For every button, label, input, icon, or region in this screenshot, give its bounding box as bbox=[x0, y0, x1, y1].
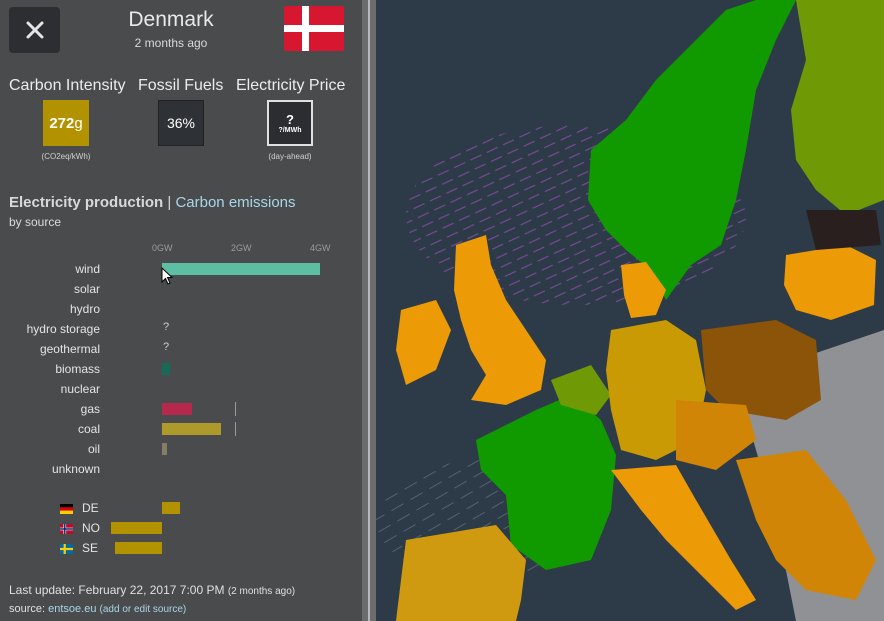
unknown-value-marker: ? bbox=[163, 341, 170, 353]
source-label-hydro-storage: hydro storage bbox=[26, 322, 100, 336]
carbon-intensity-box: 272 g bbox=[43, 100, 89, 146]
production-bar-wind[interactable] bbox=[162, 263, 320, 275]
carbon-intensity-unit-note: (CO2eq/kWh) bbox=[41, 152, 91, 161]
exchange-label-de: DE bbox=[82, 501, 99, 515]
se-flag-icon bbox=[60, 544, 73, 554]
fossil-fuels-value: 36% bbox=[166, 115, 196, 131]
country-name: Denmark bbox=[128, 8, 214, 31]
de-flag-icon bbox=[60, 504, 73, 514]
last-update-ago: (2 months ago) bbox=[227, 586, 296, 597]
close-icon bbox=[26, 21, 43, 39]
capacity-marker bbox=[235, 422, 237, 436]
map-italy[interactable] bbox=[611, 465, 756, 610]
exchange-bar-de[interactable] bbox=[162, 502, 180, 514]
capacity-marker bbox=[235, 402, 237, 416]
section-tabs: Electricity production | Carbon emission… bbox=[9, 194, 296, 211]
source-label-unknown: unknown bbox=[51, 462, 100, 476]
data-age: 2 months ago bbox=[134, 36, 208, 50]
source-label-biomass: biomass bbox=[55, 362, 100, 376]
tab-separator: | bbox=[167, 194, 172, 211]
source-link[interactable]: entsoe.eu bbox=[48, 603, 96, 615]
last-update: Last update: February 22, 2017 7:00 PM (… bbox=[9, 583, 295, 597]
mouse-pointer-icon bbox=[161, 267, 173, 285]
source-line: source: entsoe.eu (add or edit source) bbox=[9, 603, 186, 615]
axis-tick-label: 4GW bbox=[310, 243, 331, 253]
close-button[interactable] bbox=[9, 7, 60, 53]
electricity-price-box: ? ?/MWh bbox=[267, 100, 313, 146]
production-bar-oil[interactable] bbox=[162, 443, 167, 455]
carbon-intensity-unit: g bbox=[74, 114, 83, 132]
country-panel: Denmark 2 months ago Carbon Intensity Fo… bbox=[0, 0, 362, 621]
electricity-price-value: ? bbox=[286, 112, 294, 127]
production-bar-biomass[interactable] bbox=[162, 363, 170, 375]
axis-tick-label: 2GW bbox=[231, 243, 252, 253]
source-label-nuclear: nuclear bbox=[60, 382, 100, 396]
map-iberia[interactable] bbox=[396, 525, 526, 621]
production-bar-coal[interactable] bbox=[162, 423, 222, 435]
source-label-gas: gas bbox=[80, 402, 100, 416]
electricity-price-note: (day-ahead) bbox=[268, 152, 312, 161]
exchange-label-se: SE bbox=[82, 541, 99, 555]
electricity-price-label: Electricity Price bbox=[236, 77, 346, 94]
source-label-wind: wind bbox=[75, 262, 100, 276]
exchange-label-no: NO bbox=[82, 521, 100, 535]
source-label-coal: coal bbox=[77, 422, 100, 436]
production-bar-gas[interactable] bbox=[162, 403, 192, 415]
denmark-flag-icon bbox=[284, 6, 344, 51]
map-estonia[interactable] bbox=[806, 210, 881, 250]
exchange-bar-se[interactable] bbox=[114, 542, 162, 554]
edit-source-link[interactable]: (add or edit source) bbox=[100, 604, 187, 615]
panel-divider[interactable] bbox=[362, 0, 376, 621]
carbon-intensity-value: 272 bbox=[49, 114, 75, 132]
electricity-price-unit: ?/MWh bbox=[278, 127, 302, 134]
carbon-intensity-label: Carbon Intensity bbox=[9, 77, 126, 94]
map-baltics[interactable] bbox=[784, 245, 876, 320]
map-canvas[interactable] bbox=[376, 0, 884, 621]
source-label-hydro: hydro bbox=[69, 302, 100, 316]
tab-electricity-production[interactable]: Electricity production bbox=[9, 194, 163, 211]
source-label-geothermal: geothermal bbox=[39, 342, 100, 356]
fossil-fuels-label: Fossil Fuels bbox=[138, 77, 224, 94]
source-label: source: bbox=[9, 603, 46, 615]
fossil-fuels-box: 36% bbox=[158, 100, 204, 146]
europe-map[interactable] bbox=[376, 0, 884, 621]
tab-carbon-emissions[interactable]: Carbon emissions bbox=[175, 194, 295, 211]
by-source-label: by source bbox=[9, 215, 62, 229]
map-ireland[interactable] bbox=[396, 300, 451, 385]
exchange-bar-no[interactable] bbox=[110, 522, 162, 534]
no-flag-icon bbox=[60, 524, 73, 534]
source-label-oil: oil bbox=[87, 442, 100, 456]
source-label-solar: solar bbox=[73, 282, 100, 296]
axis-tick-label: 0GW bbox=[152, 243, 173, 253]
divider-grip bbox=[368, 0, 370, 621]
last-update-text: Last update: February 22, 2017 7:00 PM bbox=[9, 583, 225, 597]
map-finland[interactable] bbox=[791, 0, 884, 215]
unknown-value-marker: ? bbox=[163, 321, 170, 333]
